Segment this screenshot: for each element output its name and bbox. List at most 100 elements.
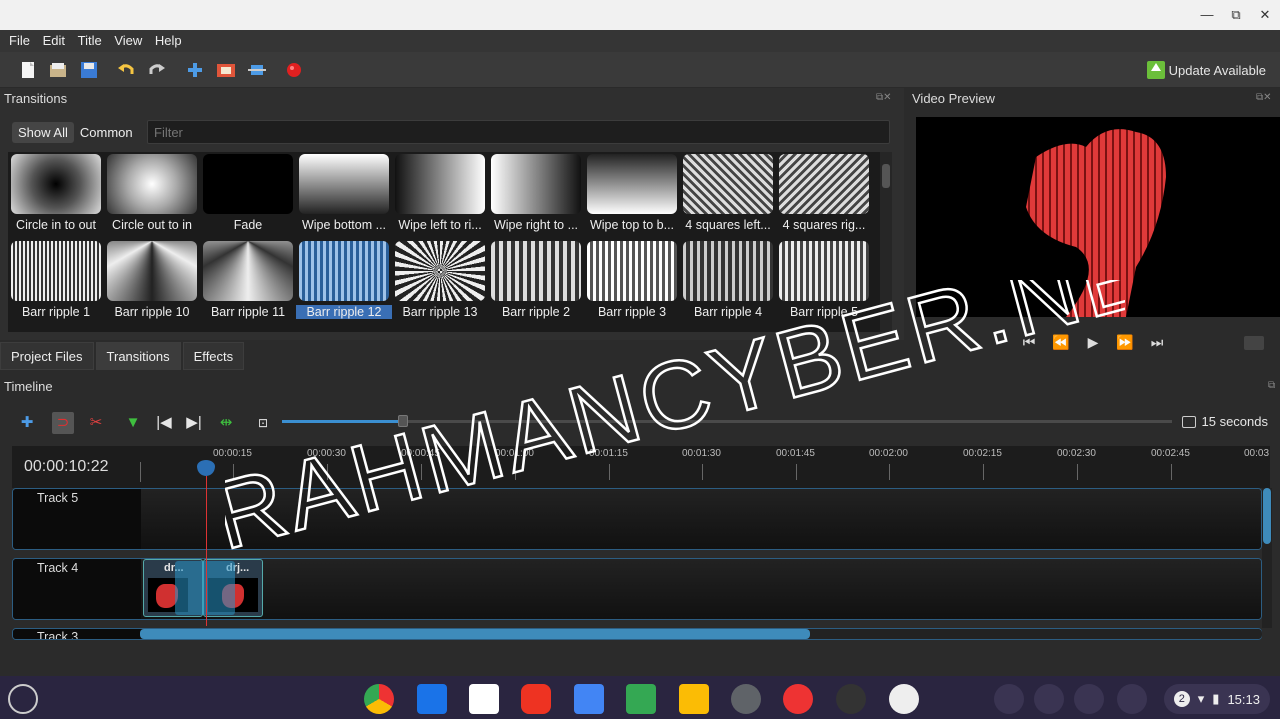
common-filter[interactable]: Common [74, 122, 139, 143]
save-project-icon[interactable] [79, 60, 99, 80]
transition-overlay[interactable] [175, 561, 235, 615]
menu-help[interactable]: Help [146, 30, 182, 52]
razor-icon[interactable]: ✂ [85, 412, 107, 434]
jump-end-icon[interactable]: ⏭ [1148, 334, 1166, 351]
zoom-slider-handle[interactable] [398, 415, 409, 427]
track-name: Track 4 [37, 561, 79, 575]
camera-icon[interactable] [1244, 336, 1264, 350]
transition-item[interactable]: Barr ripple 10 [104, 239, 200, 325]
transitions-scrollbar[interactable] [880, 152, 892, 332]
headphones-app-icon[interactable] [783, 684, 813, 714]
update-available-button[interactable]: Update Available [1146, 60, 1266, 80]
menu-title[interactable]: Title [69, 30, 102, 52]
show-all-filter[interactable]: Show All [12, 121, 74, 143]
export-video-icon[interactable] [284, 60, 304, 80]
center-playhead-icon[interactable]: ⇹ [215, 412, 237, 434]
import-files-icon[interactable] [185, 60, 205, 80]
fullscreen-icon[interactable] [247, 60, 267, 80]
minimize-button[interactable]: — [1198, 6, 1216, 24]
transition-item[interactable]: Circle in to out [8, 152, 104, 238]
transition-item[interactable]: Barr ripple 11 [200, 239, 296, 325]
next-marker-icon[interactable]: ▶| [183, 412, 205, 434]
jump-start-icon[interactable]: ⏮ [1020, 334, 1038, 351]
tab-transitions[interactable]: Transitions [95, 342, 181, 370]
transition-item[interactable]: Fade [200, 152, 296, 238]
menu-edit[interactable]: Edit [34, 30, 65, 52]
add-track-icon[interactable]: ✚ [16, 412, 38, 434]
gmail-icon[interactable] [469, 684, 499, 714]
choose-profile-icon[interactable] [216, 60, 236, 80]
ruler-label: 00:02:00 [869, 448, 908, 459]
panel-float-icon[interactable]: ⧉ [1268, 380, 1275, 391]
panel-float-close-icon[interactable]: ⧉✕ [1256, 92, 1272, 103]
scroll-thumb[interactable] [1263, 488, 1271, 544]
transition-item[interactable]: Wipe right to ... [488, 152, 584, 238]
ruler-tick [1171, 464, 1172, 480]
transition-item[interactable]: Barr ripple 13 [392, 239, 488, 325]
settings-icon[interactable] [731, 684, 761, 714]
window-titlebar: — ⧉ ✕ [0, 0, 1280, 30]
maximize-button[interactable]: ⧉ [1227, 6, 1245, 24]
track-5[interactable]: Track 5 [12, 488, 1262, 550]
play-icon[interactable]: ▶ [1084, 334, 1102, 351]
timeline-vertical-scrollbar[interactable] [1262, 488, 1272, 628]
track-4[interactable]: Track 4 dr... drj... [12, 558, 1262, 620]
transition-item[interactable]: 4 squares left... [680, 152, 776, 238]
screen-capture-icon[interactable] [994, 684, 1024, 714]
slides-icon[interactable] [679, 684, 709, 714]
transition-item[interactable]: Circle out to in [104, 152, 200, 238]
launcher-button[interactable] [8, 684, 38, 714]
tab-project-files[interactable]: Project Files [0, 342, 94, 370]
transition-item[interactable]: Wipe left to ri... [392, 152, 488, 238]
undo-icon[interactable] [116, 60, 136, 80]
transition-item[interactable]: Wipe top to b... [584, 152, 680, 238]
transition-item[interactable]: Barr ripple 2 [488, 239, 584, 325]
previous-marker-icon[interactable]: |◀ [153, 412, 175, 434]
snapping-icon[interactable]: ⊃ [52, 412, 74, 434]
files-icon[interactable] [417, 684, 447, 714]
transition-item[interactable]: Barr ripple 5 [776, 239, 872, 325]
transition-item[interactable]: Barr ripple 3 [584, 239, 680, 325]
fast-forward-icon[interactable]: ⏩ [1116, 334, 1134, 351]
terminal-icon[interactable] [836, 684, 866, 714]
rewind-icon[interactable]: ⏪ [1052, 334, 1070, 351]
zoom-slider[interactable] [282, 415, 1172, 427]
redo-icon[interactable] [147, 60, 167, 80]
track-lane[interactable] [141, 489, 1261, 549]
panel-float-close-icon[interactable]: ⧉✕ [876, 92, 892, 103]
microphone-icon[interactable] [1034, 684, 1064, 714]
media-controls-icon[interactable] [1074, 684, 1104, 714]
video-preview-canvas [916, 117, 1280, 317]
transition-item[interactable]: Barr ripple 4 [680, 239, 776, 325]
tab-effects[interactable]: Effects [182, 342, 245, 370]
transition-item-selected[interactable]: Barr ripple 12 [296, 239, 392, 325]
zoom-icon [1181, 415, 1196, 428]
transition-item[interactable]: Barr ripple 1 [8, 239, 104, 325]
new-project-icon[interactable] [18, 60, 38, 80]
track-lane[interactable]: dr... drj... [141, 559, 1261, 619]
docs-icon[interactable] [574, 684, 604, 714]
status-tray[interactable]: 2 ▾ ▮ 15:13 [1163, 684, 1270, 714]
transitions-panel-title: Transitions [4, 91, 68, 106]
scroll-thumb[interactable] [140, 629, 810, 639]
transition-item[interactable]: Wipe bottom ... [296, 152, 392, 238]
track-name: Track 3 [37, 630, 79, 640]
add-marker-icon[interactable]: ▼ [122, 412, 144, 434]
menu-file[interactable]: File [0, 30, 30, 52]
scroll-thumb[interactable] [882, 164, 890, 188]
timeline-horizontal-scrollbar[interactable] [140, 629, 1262, 639]
transitions-grid: Circle in to out Circle out to in Fade W… [8, 152, 880, 332]
youtube-icon[interactable] [521, 684, 551, 714]
filter-input[interactable] [147, 120, 890, 144]
main-toolbar: Update Available [0, 52, 1280, 88]
sheets-icon[interactable] [626, 684, 656, 714]
menu-view[interactable]: View [105, 30, 142, 52]
open-project-icon[interactable] [48, 60, 68, 80]
chrome-icon[interactable] [364, 684, 394, 714]
close-button[interactable]: ✕ [1256, 6, 1274, 24]
zoom-fit-icon[interactable]: ⊡ [252, 412, 274, 434]
transition-item[interactable]: 4 squares rig... [776, 152, 872, 238]
phone-hub-icon[interactable] [1117, 684, 1147, 714]
notification-count-badge: 2 [1173, 691, 1190, 707]
penguin-app-icon[interactable] [889, 684, 919, 714]
